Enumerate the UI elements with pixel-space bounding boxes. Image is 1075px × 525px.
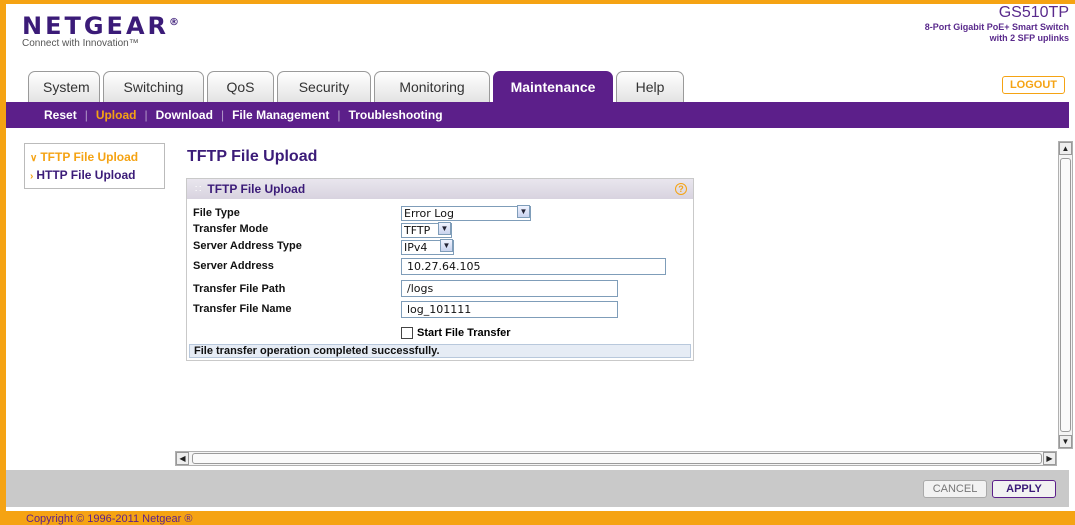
subnav-separator: | bbox=[220, 108, 225, 122]
transfer-file-path-input[interactable] bbox=[401, 280, 618, 297]
action-bar: CANCEL APPLY bbox=[6, 470, 1069, 507]
main-tabs: System Switching QoS Security Monitoring… bbox=[28, 71, 684, 102]
sub-navigation: Reset | Upload | Download | File Managem… bbox=[6, 102, 1069, 128]
subnav-separator: | bbox=[144, 108, 148, 122]
file-type-select[interactable]: Error Log bbox=[401, 206, 531, 221]
transfer-file-name-label: Transfer File Name bbox=[193, 303, 292, 315]
scroll-left-icon[interactable]: ◀ bbox=[176, 452, 189, 465]
model-info: GS510TP 8-Port Gigabit PoE+ Smart Switch… bbox=[925, 4, 1069, 44]
status-message: File transfer operation completed succes… bbox=[189, 344, 691, 358]
scroll-right-icon[interactable]: ▶ bbox=[1043, 452, 1056, 465]
model-name: GS510TP bbox=[998, 4, 1069, 21]
copyright-text: Copyright © 1996-2011 Netgear ® bbox=[26, 513, 193, 525]
subnav-download[interactable]: Download bbox=[156, 108, 213, 122]
tab-system[interactable]: System bbox=[28, 71, 100, 102]
subnav-separator: | bbox=[337, 108, 341, 122]
netgear-logo: NETGEAR® Connect with Innovation™ bbox=[22, 12, 179, 49]
transfer-mode-select[interactable]: TFTP bbox=[401, 223, 452, 238]
transfer-mode-select-wrap: TFTP ▼ bbox=[401, 221, 452, 239]
horizontal-scroll-thumb[interactable] bbox=[192, 453, 1042, 464]
model-desc-line2: with 2 SFP uplinks bbox=[989, 33, 1069, 43]
leftmenu-item-tftp-upload[interactable]: ∨ TFTP File Upload bbox=[30, 149, 164, 167]
leftmenu-item-http-upload[interactable]: › HTTP File Upload bbox=[30, 167, 164, 185]
file-type-label: File Type bbox=[193, 207, 240, 219]
leftmenu-item-label: TFTP File Upload bbox=[40, 150, 139, 164]
subnav-file-management[interactable]: File Management bbox=[232, 108, 329, 122]
server-address-input[interactable] bbox=[401, 258, 666, 275]
logo-text: NETGEAR bbox=[22, 12, 169, 40]
transfer-file-name-input[interactable] bbox=[401, 301, 618, 318]
server-address-label: Server Address bbox=[193, 260, 274, 272]
page-title: TFTP File Upload bbox=[187, 148, 318, 165]
subnav-reset[interactable]: Reset bbox=[44, 108, 77, 122]
apply-button[interactable]: APPLY bbox=[992, 480, 1056, 498]
server-address-type-select[interactable]: IPv4 bbox=[401, 240, 454, 255]
chevron-right-icon: › bbox=[30, 171, 34, 182]
leftmenu-item-label: HTTP File Upload bbox=[36, 168, 136, 182]
tftp-upload-panel: ∷ TFTP File Upload ? File Type Error Log… bbox=[186, 178, 694, 361]
panel-title: TFTP File Upload bbox=[207, 182, 306, 196]
drag-handle-icon: ∷ bbox=[195, 183, 202, 195]
start-file-transfer-label: Start File Transfer bbox=[417, 326, 511, 339]
tab-monitoring[interactable]: Monitoring bbox=[374, 71, 490, 102]
start-transfer-row: Start File Transfer bbox=[401, 324, 511, 342]
vertical-scrollbar[interactable]: ▲ ▼ bbox=[1058, 141, 1073, 449]
chevron-down-icon: ∨ bbox=[30, 153, 38, 164]
logo-reg: ® bbox=[169, 17, 179, 28]
server-address-type-select-wrap: IPv4 ▼ bbox=[401, 238, 454, 256]
model-desc-line1: 8-Port Gigabit PoE+ Smart Switch bbox=[924, 22, 1069, 32]
tab-help[interactable]: Help bbox=[616, 71, 684, 102]
help-icon[interactable]: ? bbox=[675, 183, 687, 195]
left-menu: ∨ TFTP File Upload › HTTP File Upload bbox=[24, 143, 165, 189]
transfer-mode-label: Transfer Mode bbox=[193, 223, 269, 235]
scroll-up-icon[interactable]: ▲ bbox=[1059, 142, 1072, 155]
cancel-button[interactable]: CANCEL bbox=[923, 480, 987, 498]
subnav-upload[interactable]: Upload bbox=[96, 108, 137, 122]
tab-maintenance[interactable]: Maintenance bbox=[493, 71, 613, 102]
subnav-separator: | bbox=[84, 108, 88, 122]
vertical-scroll-thumb[interactable] bbox=[1060, 158, 1071, 432]
start-file-transfer-checkbox[interactable] bbox=[401, 326, 413, 339]
tab-switching[interactable]: Switching bbox=[103, 71, 204, 102]
logout-button[interactable]: LOGOUT bbox=[1001, 76, 1065, 94]
panel-header: ∷ TFTP File Upload ? bbox=[187, 179, 693, 199]
file-type-select-wrap: Error Log ▼ bbox=[401, 204, 531, 222]
server-address-type-label: Server Address Type bbox=[193, 240, 302, 252]
horizontal-scrollbar[interactable]: ◀ ▶ bbox=[175, 451, 1057, 466]
scroll-down-icon[interactable]: ▼ bbox=[1059, 435, 1072, 448]
tab-security[interactable]: Security bbox=[277, 71, 371, 102]
subnav-troubleshooting[interactable]: Troubleshooting bbox=[349, 108, 443, 122]
tab-qos[interactable]: QoS bbox=[207, 71, 274, 102]
transfer-file-path-label: Transfer File Path bbox=[193, 283, 286, 295]
